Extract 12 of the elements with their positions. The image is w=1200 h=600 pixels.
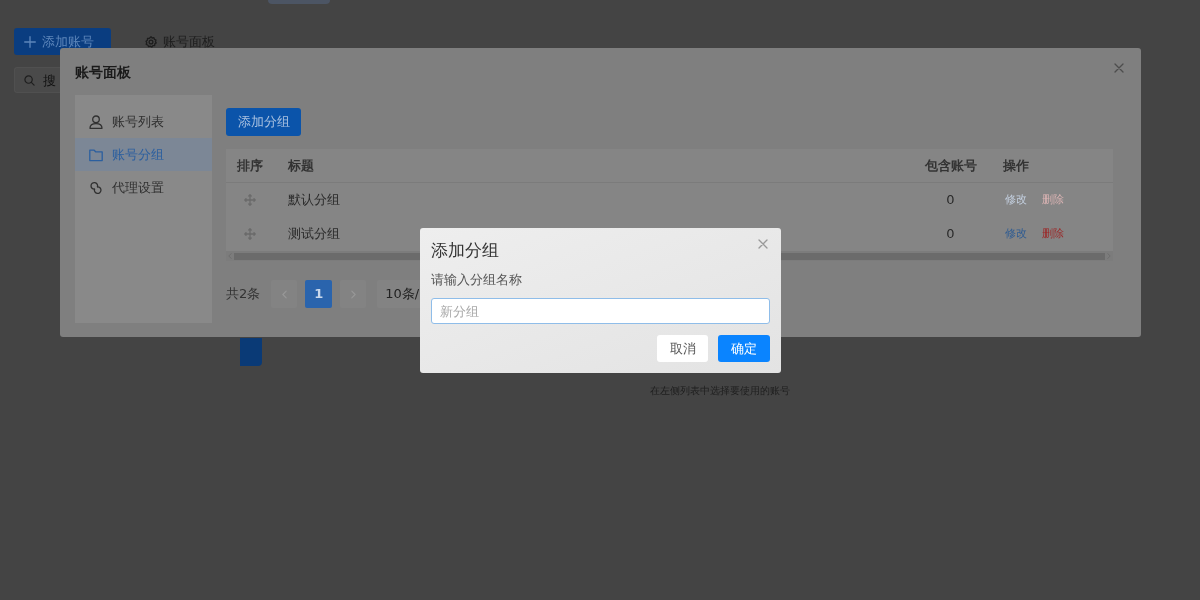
dialog-title: 添加分组 bbox=[431, 239, 499, 261]
table-cell-text: 默认分组 bbox=[287, 191, 341, 210]
column-header: 标题 bbox=[287, 156, 315, 175]
field-label: 请输入分组名称 bbox=[431, 270, 522, 289]
column-header: 排序 bbox=[237, 156, 263, 175]
panel-title: 账号面板 bbox=[75, 63, 131, 82]
total-count: 共2条 bbox=[226, 285, 261, 304]
column-header: 操作 bbox=[1002, 156, 1030, 175]
table-cell-text: 0 bbox=[946, 191, 955, 210]
table-cell-text: 测试分组 bbox=[287, 225, 341, 244]
column-header: 包含账号 bbox=[924, 156, 977, 175]
table-cell-text: 0 bbox=[946, 225, 955, 244]
